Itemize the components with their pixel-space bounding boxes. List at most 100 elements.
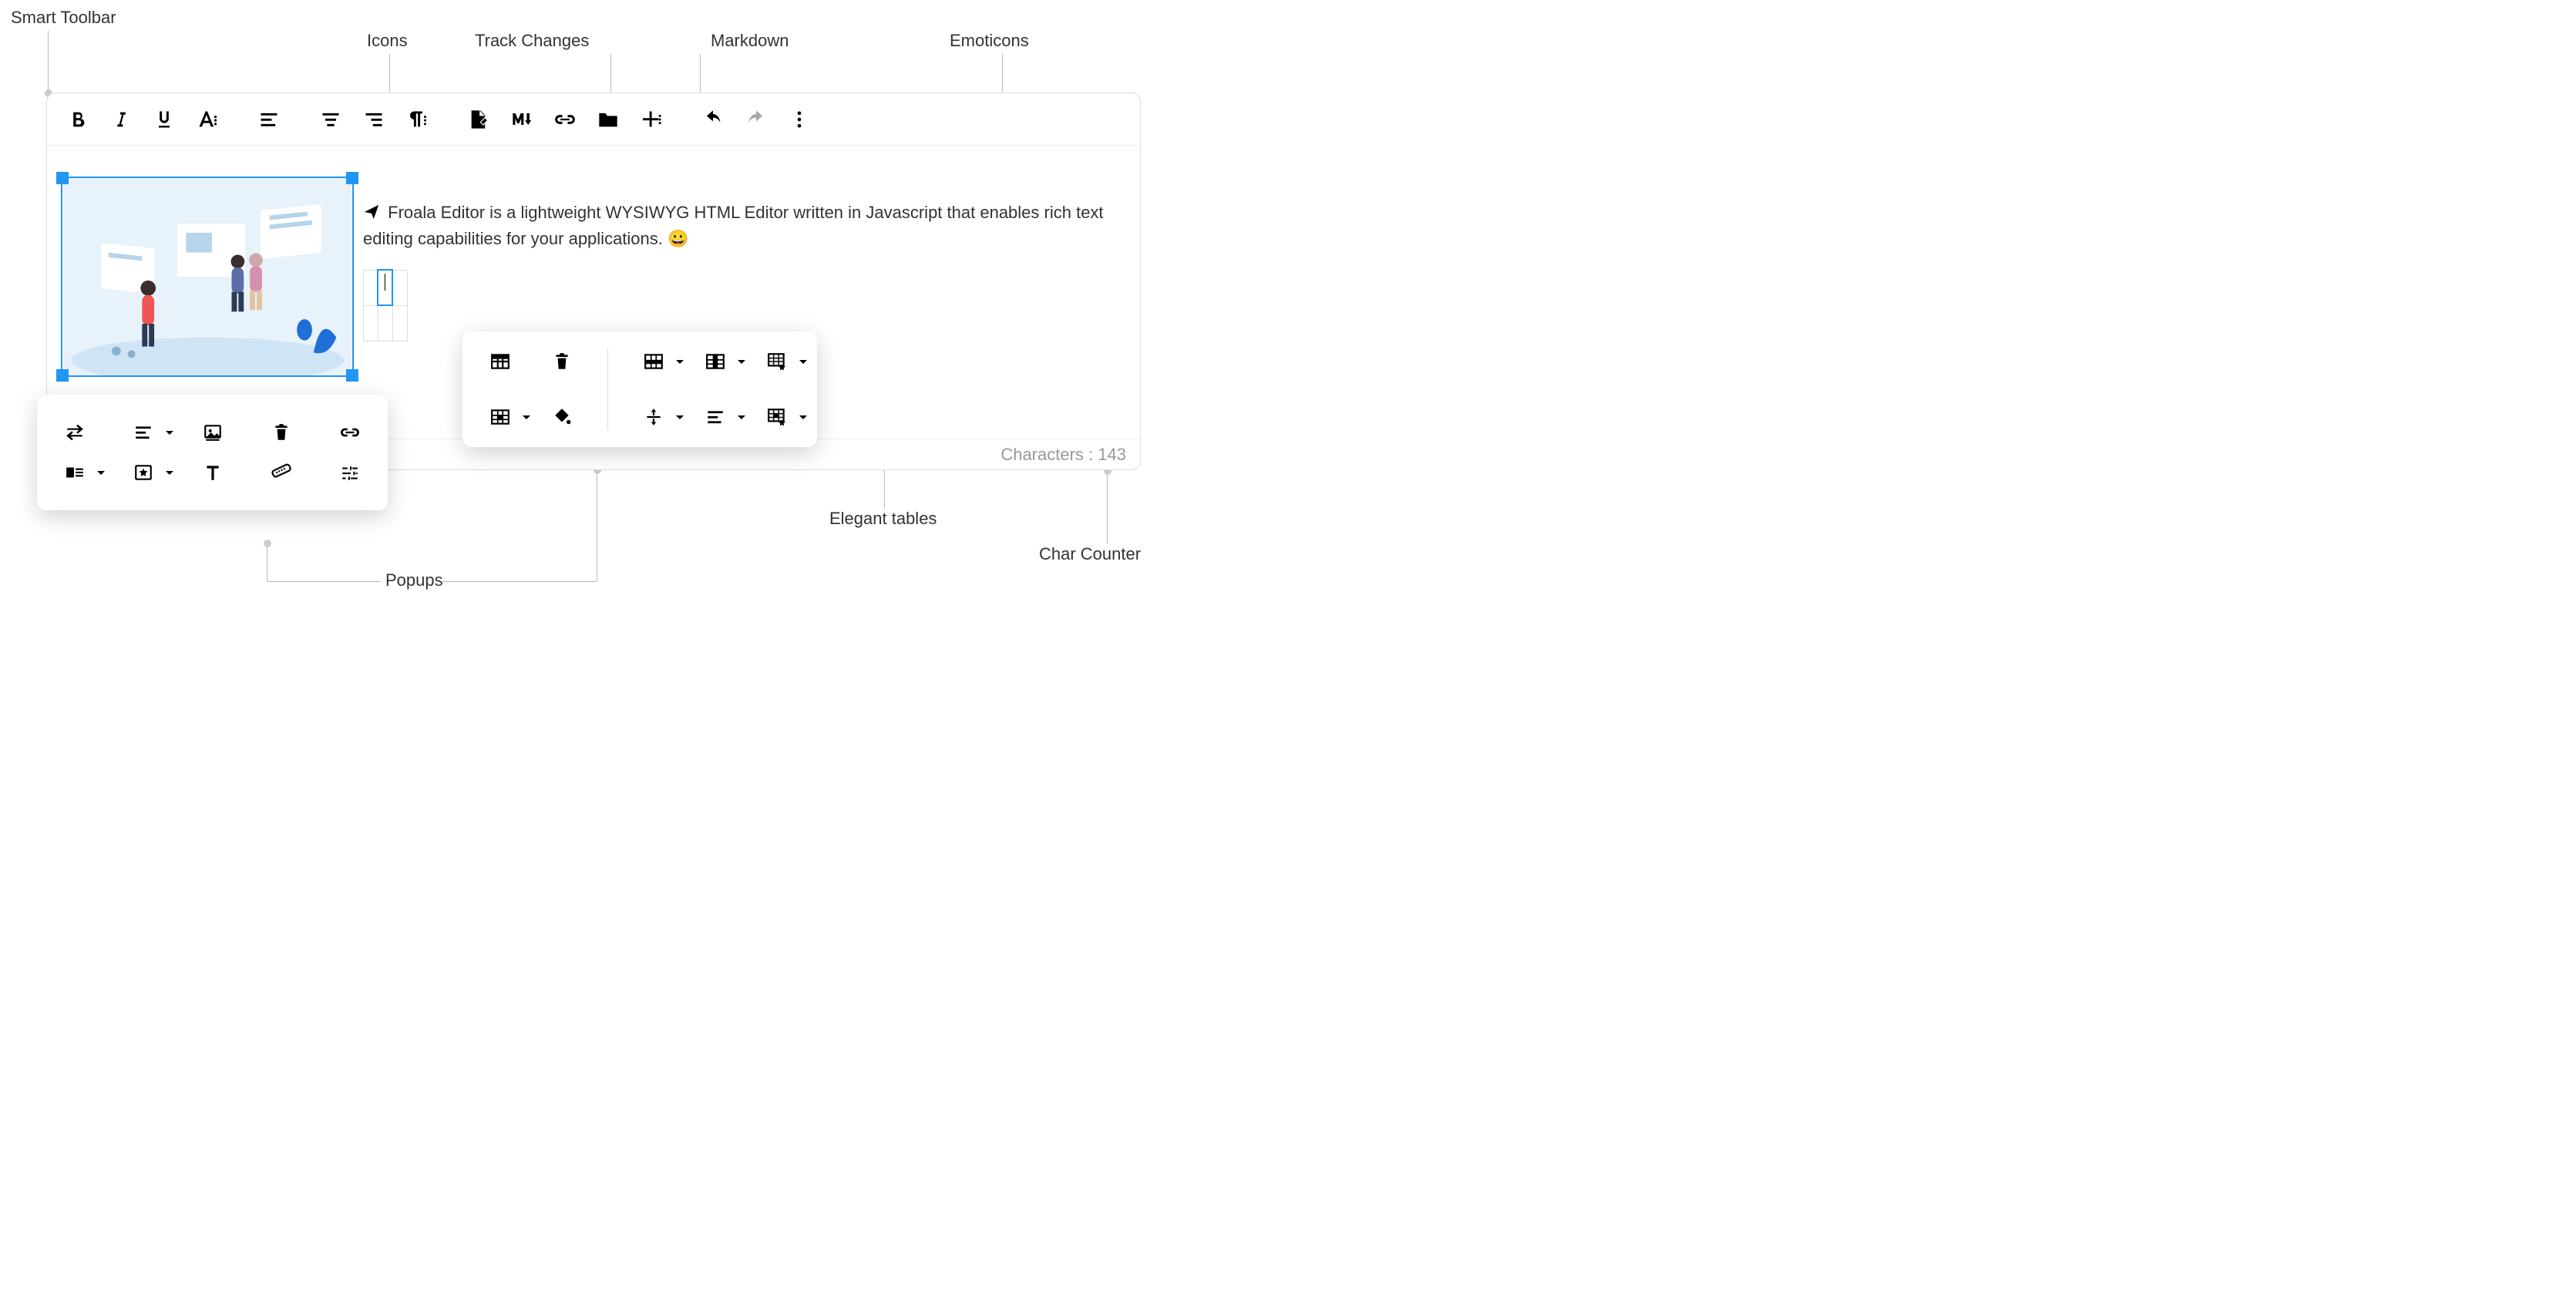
- table-style-button[interactable]: [758, 345, 796, 378]
- callout-track-changes: Track Changes: [475, 31, 589, 51]
- table-header-button[interactable]: [481, 345, 520, 378]
- image-edit-popup: [37, 395, 388, 510]
- table-cell[interactable]: [378, 305, 392, 341]
- redo-icon: [745, 109, 767, 130]
- image-remove-button[interactable]: [262, 416, 301, 449]
- more-paragraph-button[interactable]: [397, 101, 437, 138]
- text-icon: [203, 462, 223, 483]
- align-center-button[interactable]: [311, 101, 351, 138]
- table-cell-style-button[interactable]: [758, 401, 796, 433]
- underline-button[interactable]: [144, 101, 184, 138]
- image-display-button[interactable]: [55, 456, 94, 489]
- more-vertical-icon: [789, 109, 810, 130]
- paint-bucket-icon: [552, 407, 572, 427]
- paragraph-more-icon: [406, 109, 428, 130]
- markdown-icon: [511, 109, 533, 130]
- paper-plane-icon: [363, 203, 380, 220]
- align-right-button[interactable]: [354, 101, 394, 138]
- callout-popups: Popups: [385, 570, 443, 590]
- file-button[interactable]: [588, 101, 628, 138]
- image-align-button[interactable]: [124, 416, 163, 449]
- track-changes-button[interactable]: [459, 101, 499, 138]
- table-cell[interactable]: [364, 305, 378, 341]
- table-remove-button[interactable]: [543, 345, 581, 378]
- paragraph-text: Froala Editor is a lightweight WYSIWYG H…: [363, 203, 1104, 248]
- table-halign-button[interactable]: [696, 401, 735, 433]
- table-cell-icon: [490, 407, 510, 427]
- table-cell[interactable]: [392, 270, 407, 305]
- table-row-button[interactable]: [634, 345, 673, 378]
- table-row[interactable]: [364, 270, 408, 305]
- undo-icon: [702, 109, 724, 130]
- markdown-button[interactable]: [502, 101, 542, 138]
- emoticon: 😀: [668, 229, 688, 248]
- more-rich-button[interactable]: [631, 101, 671, 138]
- table-cell[interactable]: [392, 305, 407, 341]
- table-cell-selected[interactable]: [378, 270, 392, 305]
- bold-icon: [67, 109, 89, 130]
- resize-handle-br[interactable]: [346, 369, 358, 382]
- more-text-button[interactable]: [187, 101, 227, 138]
- align-left-icon: [133, 422, 153, 442]
- image-style-button[interactable]: [124, 456, 163, 489]
- more-misc-button[interactable]: [779, 101, 819, 138]
- inserted-table[interactable]: [363, 269, 408, 341]
- paragraph[interactable]: Froala Editor is a lightweight WYSIWYG H…: [363, 200, 1125, 252]
- swap-icon: [65, 422, 85, 442]
- align-right-icon: [363, 109, 385, 130]
- callout-char-counter: Char Counter: [1039, 544, 1141, 564]
- table-row[interactable]: [364, 305, 408, 341]
- trash-icon: [271, 422, 291, 442]
- bold-button[interactable]: [58, 101, 98, 138]
- track-changes-icon: [468, 109, 489, 130]
- illustration-image: [62, 178, 352, 375]
- callout-elegant-tables: Elegant tables: [829, 509, 937, 529]
- table-cell-button[interactable]: [481, 401, 520, 433]
- table-header-icon: [490, 351, 510, 372]
- table-background-button[interactable]: [543, 401, 581, 433]
- vertical-align-icon: [644, 407, 664, 427]
- italic-icon: [110, 109, 132, 130]
- image-alt-button[interactable]: [193, 456, 232, 489]
- redo-button[interactable]: [736, 101, 776, 138]
- image-caption-button[interactable]: [193, 416, 232, 449]
- table-row-icon: [644, 351, 664, 372]
- align-center-icon: [320, 109, 341, 130]
- table-edit-popup: [462, 331, 817, 447]
- link-icon: [340, 422, 360, 442]
- table-column-button[interactable]: [696, 345, 735, 378]
- undo-button[interactable]: [693, 101, 733, 138]
- display-icon: [65, 462, 85, 483]
- plus-more-icon: [641, 109, 662, 130]
- align-left-icon: [705, 407, 725, 427]
- selected-image[interactable]: [61, 177, 354, 377]
- resize-handle-tl[interactable]: [56, 172, 69, 184]
- char-count: 143: [1098, 445, 1126, 465]
- image-link-button[interactable]: [331, 416, 369, 449]
- image-advanced-button[interactable]: [331, 456, 369, 489]
- folder-icon: [597, 109, 619, 130]
- font-more-icon: [197, 109, 218, 130]
- table-column-icon: [705, 351, 725, 372]
- table-star-icon: [767, 351, 787, 372]
- toolbar: [47, 93, 1140, 146]
- link-button[interactable]: [545, 101, 585, 138]
- align-left-button[interactable]: [249, 101, 289, 138]
- image-replace-button[interactable]: [55, 416, 94, 449]
- trash-icon: [552, 351, 572, 372]
- image-size-button[interactable]: [262, 456, 301, 489]
- sliders-icon: [340, 462, 360, 483]
- callout-emoticons: Emoticons: [950, 31, 1029, 51]
- ruler-icon: [271, 462, 291, 483]
- star-box-icon: [133, 462, 153, 483]
- image-icon: [203, 422, 223, 442]
- callout-markdown: Markdown: [711, 31, 789, 51]
- cell-star-icon: [767, 407, 787, 427]
- align-left-icon: [258, 109, 280, 130]
- table-cell[interactable]: [364, 270, 378, 305]
- resize-handle-tr[interactable]: [346, 172, 358, 184]
- table-valign-button[interactable]: [634, 401, 673, 433]
- link-icon: [554, 109, 576, 130]
- italic-button[interactable]: [101, 101, 141, 138]
- resize-handle-bl[interactable]: [56, 369, 69, 382]
